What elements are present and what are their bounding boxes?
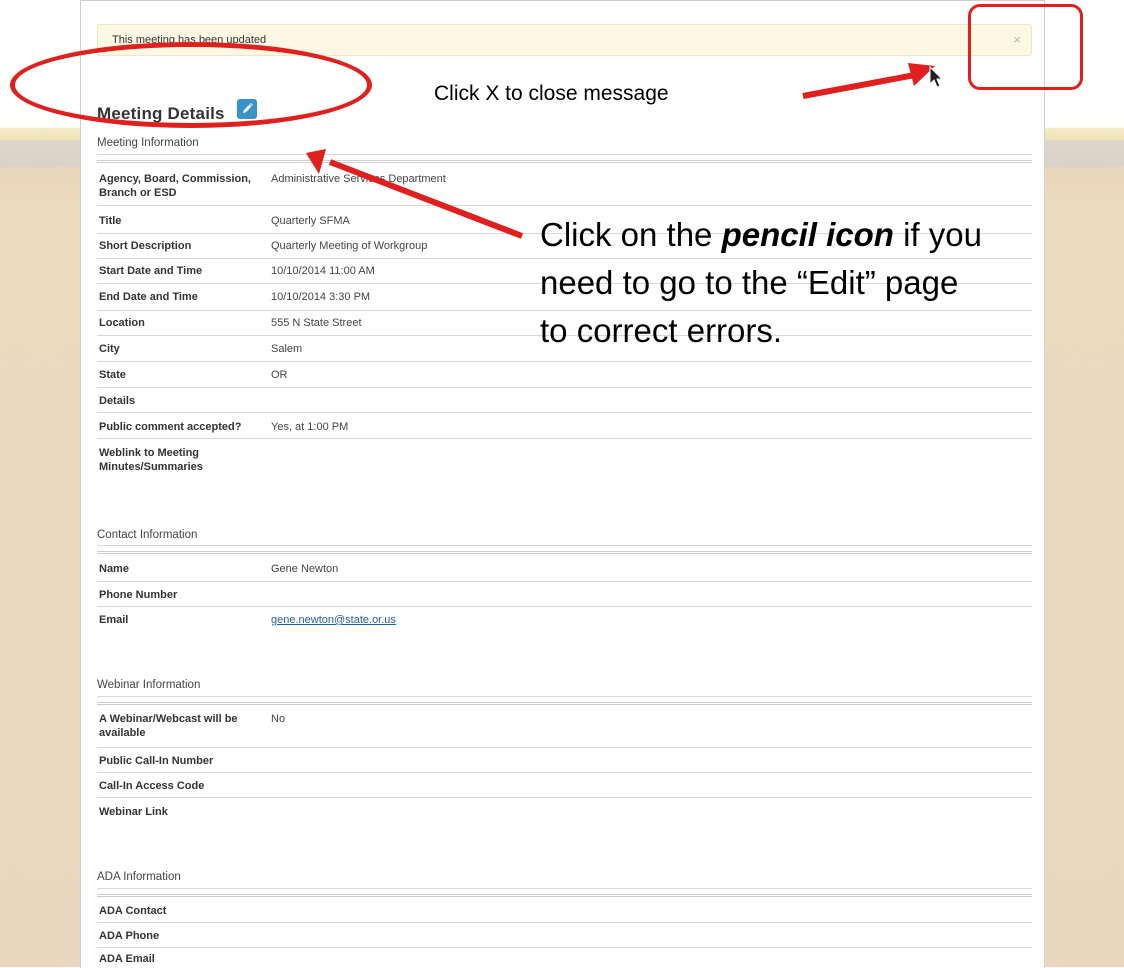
arrow-to-close (802, 63, 935, 99)
pencil-hint-line2: need to go to the “Edit” page (540, 264, 959, 301)
pencil-hint-emphasis: pencil icon (721, 216, 894, 253)
pencil-hint-line1: Click on the pencil icon if you (540, 216, 982, 254)
close-hint-text: Click X to close message (434, 82, 669, 105)
pencil-hint-pre: Click on the (540, 216, 722, 253)
cursor-icon (929, 65, 944, 88)
annotation-arrows (306, 63, 944, 239)
arrow-to-pencil (306, 149, 524, 239)
pencil-hint-post: if you (893, 216, 983, 253)
pencil-hint-line3: to correct errors. (540, 312, 783, 349)
